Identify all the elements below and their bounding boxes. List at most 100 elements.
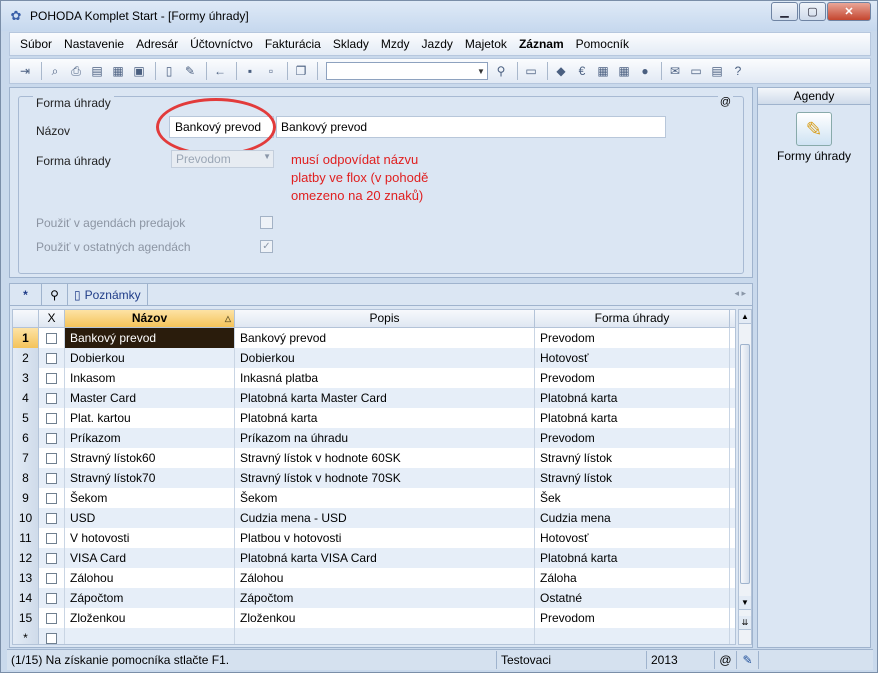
header-forma[interactable]: Forma úhrady xyxy=(535,310,730,327)
menu-jazdy[interactable]: Jazdy xyxy=(422,37,453,51)
row-checkbox[interactable] xyxy=(39,588,65,608)
filter-tab-icon[interactable]: ⚲ xyxy=(42,284,68,305)
fax-icon[interactable]: ▣ xyxy=(130,62,148,80)
report-icon[interactable]: ▦ xyxy=(109,62,127,80)
cell-forma[interactable]: Ostatné xyxy=(535,588,730,608)
cell-popis[interactable]: Zloženkou xyxy=(235,608,535,628)
menu-adresar[interactable]: Adresár xyxy=(136,37,178,51)
coins-icon[interactable]: ● xyxy=(636,62,654,80)
table-row[interactable]: 7 Stravný lístok60 Stravný lístok v hodnot… xyxy=(13,448,735,468)
print-icon[interactable]: ⎙ xyxy=(67,62,85,80)
menu-mzdy[interactable]: Mzdy xyxy=(381,37,410,51)
cell-forma[interactable]: Záloha xyxy=(535,568,730,588)
cell-forma[interactable]: Platobná karta xyxy=(535,548,730,568)
row-checkbox[interactable] xyxy=(39,488,65,508)
grid-scrollbar[interactable]: ▲ ▼ ⇊ xyxy=(738,309,752,645)
cell-nazov[interactable]: V hotovosti xyxy=(65,528,235,548)
cell-popis[interactable]: Platobná karta VISA Card xyxy=(235,548,535,568)
cell-nazov[interactable]: Šekom xyxy=(65,488,235,508)
back-icon[interactable]: ← xyxy=(211,62,229,80)
cell-nazov[interactable]: Stravný lístok60 xyxy=(65,448,235,468)
menu-majetok[interactable]: Majetok xyxy=(465,37,507,51)
cell-nazov[interactable]: Zloženkou xyxy=(65,608,235,628)
copy-icon[interactable]: ❐ xyxy=(292,62,310,80)
table-row[interactable]: 14 Zápočtom Zápočtom Ostatné xyxy=(13,588,735,608)
table-row[interactable]: 4 Master Card Platobná karta Master Card Pl… xyxy=(13,388,735,408)
edit-record-icon[interactable]: ✎ xyxy=(181,62,199,80)
table-row[interactable]: 5 Plat. kartou Platobná karta Platobná kart… xyxy=(13,408,735,428)
save-all-icon[interactable]: ▫ xyxy=(262,62,280,80)
cell-popis[interactable]: Príkazom na úhradu xyxy=(235,428,535,448)
cell-popis[interactable]: Inkasná platba xyxy=(235,368,535,388)
agendy-item-label[interactable]: Formy úhrady xyxy=(758,149,870,163)
message-icon[interactable]: ✉ xyxy=(666,62,684,80)
menu-pomocnik[interactable]: Pomocník xyxy=(576,37,629,51)
row-checkbox[interactable] xyxy=(39,448,65,468)
cell-forma[interactable]: Prevodom xyxy=(535,608,730,628)
table-row[interactable]: 15 Zloženkou Zloženkou Prevodom xyxy=(13,608,735,628)
table-row[interactable]: 11 V hotovosti Platbou v hotovosti Hotovosť xyxy=(13,528,735,548)
tab-star[interactable]: * xyxy=(10,284,42,305)
scroll-end-icon[interactable]: ⇊ xyxy=(739,616,751,630)
table-row[interactable]: 12 VISA Card Platobná karta VISA Card Plato… xyxy=(13,548,735,568)
cell-nazov[interactable]: Zápočtom xyxy=(65,588,235,608)
at-icon[interactable]: @ xyxy=(717,96,733,108)
row-checkbox[interactable] xyxy=(39,628,65,644)
folder-icon[interactable]: ▭ xyxy=(522,62,540,80)
exit-icon[interactable]: ⇥ xyxy=(16,62,34,80)
row-checkbox[interactable] xyxy=(39,388,65,408)
row-checkbox[interactable] xyxy=(39,408,65,428)
cell-popis[interactable]: Zápočtom xyxy=(235,588,535,608)
forma-select[interactable]: Prevodom ▼ xyxy=(171,150,274,168)
cell-forma[interactable]: Platobná karta xyxy=(535,388,730,408)
maximize-button[interactable]: ▢ xyxy=(799,2,826,21)
cell-popis[interactable]: Zálohou xyxy=(235,568,535,588)
cell-nazov[interactable]: USD xyxy=(65,508,235,528)
scroll-thumb[interactable] xyxy=(740,344,750,584)
cell-nazov[interactable]: Bankový prevod xyxy=(65,328,235,348)
cell-forma[interactable]: Platobná karta xyxy=(535,408,730,428)
cell-forma[interactable]: Šek xyxy=(535,488,730,508)
scroll-down-icon[interactable]: ▼ xyxy=(739,596,751,610)
cell-nazov[interactable]: Master Card xyxy=(65,388,235,408)
row-checkbox[interactable] xyxy=(39,548,65,568)
row-checkbox[interactable] xyxy=(39,368,65,388)
cell-popis[interactable]: Šekom xyxy=(235,488,535,508)
help-icon[interactable]: ? xyxy=(729,62,747,80)
cell-forma[interactable]: Prevodom xyxy=(535,368,730,388)
minimize-button[interactable]: ▁ xyxy=(771,2,798,21)
menu-uctovnictvo[interactable]: Účtovníctvo xyxy=(190,37,253,51)
cell-popis[interactable]: Platobná karta Master Card xyxy=(235,388,535,408)
cell-forma[interactable]: Prevodom xyxy=(535,328,730,348)
cell-forma[interactable]: Stravný lístok xyxy=(535,468,730,488)
tab-nav-arrows[interactable]: ◂ ▸ xyxy=(734,288,746,299)
cell-nazov[interactable]: Stravný lístok70 xyxy=(65,468,235,488)
scroll-up-icon[interactable]: ▲ xyxy=(739,310,751,324)
table-row[interactable]: 6 Príkazom Príkazom na úhradu Prevodom xyxy=(13,428,735,448)
header-popis[interactable]: Popis xyxy=(235,310,535,327)
menu-subor[interactable]: Súbor xyxy=(20,37,52,51)
calculator2-icon[interactable]: ▦ xyxy=(615,62,633,80)
list-icon[interactable]: ▤ xyxy=(708,62,726,80)
formy-uhrady-icon[interactable]: ✎ xyxy=(796,112,832,146)
row-checkbox[interactable] xyxy=(39,328,65,348)
header-x[interactable]: X xyxy=(39,310,65,327)
cell-popis[interactable]: Bankový prevod xyxy=(235,328,535,348)
cell-nazov[interactable]: Inkasom xyxy=(65,368,235,388)
euro-icon[interactable]: € xyxy=(573,62,591,80)
cell-nazov[interactable]: Príkazom xyxy=(65,428,235,448)
table-row[interactable]: 1 Bankový prevod Bankový prevod Prevodom xyxy=(13,328,735,348)
money-icon[interactable]: ◆ xyxy=(552,62,570,80)
use-other-checkbox[interactable]: ✓ xyxy=(260,240,273,253)
table-row[interactable]: 9 Šekom Šekom Šek xyxy=(13,488,735,508)
table-row[interactable]: 8 Stravný lístok70 Stravný lístok v hodnot… xyxy=(13,468,735,488)
nazov-field[interactable]: Bankový prevod xyxy=(276,116,666,138)
window-icon[interactable]: ▭ xyxy=(687,62,705,80)
cell-nazov[interactable]: Zálohou xyxy=(65,568,235,588)
row-checkbox[interactable] xyxy=(39,348,65,368)
use-sales-checkbox[interactable] xyxy=(260,216,273,229)
close-button[interactable]: ✕ xyxy=(827,2,871,21)
table-row[interactable]: 3 Inkasom Inkasná platba Prevodom xyxy=(13,368,735,388)
cell-nazov[interactable]: Dobierkou xyxy=(65,348,235,368)
cell-nazov[interactable]: VISA Card xyxy=(65,548,235,568)
